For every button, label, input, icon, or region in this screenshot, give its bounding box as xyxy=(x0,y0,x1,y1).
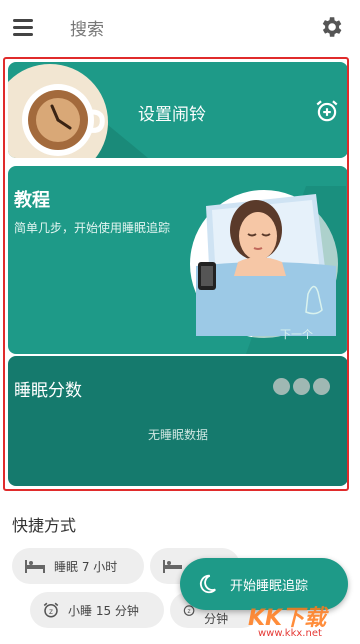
moon-icon xyxy=(199,574,216,594)
watermark-url: www.kkx.net xyxy=(258,628,322,639)
search-field[interactable]: 搜索 xyxy=(70,15,104,40)
top-bar: 搜索 xyxy=(0,0,360,54)
shortcut-label: 睡眠 7 小时 xyxy=(54,559,118,574)
alarm-clock-icon: z xyxy=(43,602,59,618)
gear-icon[interactable] xyxy=(318,14,344,40)
fab-label: 开始睡眠追踪 xyxy=(230,578,309,594)
shortcut-label: 小睡 15 分钟 xyxy=(68,603,139,618)
bed-icon xyxy=(163,560,182,573)
shortcuts-title: 快捷方式 xyxy=(12,516,77,535)
highlight-frame xyxy=(3,57,349,491)
svg-text:z: z xyxy=(188,609,191,615)
bed-icon xyxy=(25,560,45,573)
svg-text:z: z xyxy=(49,607,53,616)
shortcut-nap-15m[interactable]: z 小睡 15 分钟 xyxy=(30,592,164,628)
menu-icon[interactable] xyxy=(10,14,36,40)
shortcut-sleep-7h[interactable]: 睡眠 7 小时 xyxy=(12,548,144,584)
